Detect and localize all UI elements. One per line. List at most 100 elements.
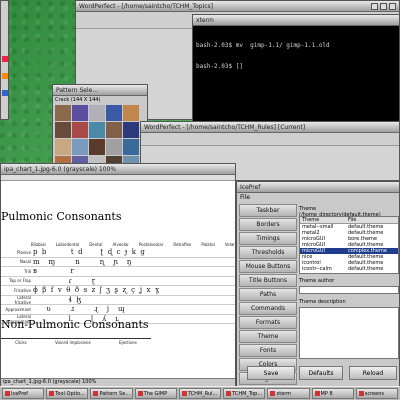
sidebar-item-formats[interactable]: Formats — [239, 316, 297, 329]
sidebar-item-fonts[interactable]: Fonts — [239, 344, 297, 357]
pattern-swatch[interactable] — [106, 105, 122, 121]
taskbar-label: MP 8 — [320, 390, 333, 397]
pattern-swatch[interactable] — [123, 122, 139, 138]
pattern-select-window[interactable]: Pattern Sele... Crack (144 X 144) — [52, 84, 148, 170]
window-title: WordPerfect - [/home/saintcho/TCHM_Rules… — [144, 123, 306, 131]
icepref-window[interactable]: IcePref File Taskbar Borders Timings Thresh… — [236, 181, 400, 387]
theme-list-row[interactable]: icontr--calm default.theme — [300, 266, 398, 272]
theme-list-header: Theme File — [300, 217, 398, 224]
image-status-bar: ipa_chart_1.jpg-6.0 (grayscale) 100% — [1, 378, 235, 386]
pattern-swatch[interactable] — [72, 139, 88, 155]
taskbar-button[interactable]: Pattern Se... — [90, 388, 133, 399]
non-pulmonic-column: Clicks — [15, 340, 27, 345]
window-titlebar[interactable]: IcePref — [237, 182, 399, 193]
non-pulmonic-heading: Non-Pulmonic Consonants — [1, 318, 149, 331]
sidebar-item-thresholds[interactable]: Thresholds — [239, 246, 297, 259]
ipa-row: Trill ʙ r — [1, 267, 235, 277]
sidebar-item-mouse-buttons[interactable]: Mouse Buttons — [239, 260, 297, 273]
sidebar-item-paths[interactable]: Paths — [239, 288, 297, 301]
terminal-line: bash-2.03$ mv gimp-1.1/ gimp-1.1.old — [196, 42, 330, 49]
sidebar-item-theme[interactable]: Theme — [239, 330, 297, 343]
ipa-column-header: Dental — [89, 242, 103, 247]
taskbar: IcePref Tool Optio... Pattern Se... The GIM… — [0, 386, 400, 400]
taskbar-button[interactable]: xterm — [267, 388, 310, 399]
window-titlebar[interactable]: WordPerfect - [/home/saintcho/TCHM_Topic… — [76, 1, 399, 12]
sidebar-item-commands[interactable]: Commands — [239, 302, 297, 315]
taskbar-label: Tool Optio... — [55, 390, 85, 397]
ipa-row: Lateral fricative ɬ ɮ — [1, 295, 235, 305]
non-pulmonic-column: Voiced implosives — [55, 340, 91, 345]
image-canvas[interactable]: Pulmonic Consonants Bilabial Labiodental D… — [1, 180, 235, 380]
ipa-symbols: ɾ ɽ — [33, 276, 96, 285]
sidebar-item-taskbar[interactable]: Taskbar — [239, 204, 297, 217]
author-input[interactable] — [299, 286, 399, 294]
taskbar-button[interactable]: Tool Optio... — [46, 388, 89, 399]
taskbar-button[interactable]: TCHM_Top... — [223, 388, 266, 399]
ipa-symbols: m ɱ n ɳ ɲ ŋ — [33, 257, 132, 266]
pattern-grid[interactable] — [55, 105, 140, 169]
terminal-line: bash-2.03$ [] — [196, 63, 243, 70]
terminal-output[interactable]: bash-2.03$ mv gimp-1.1/ gimp-1.1.old bas… — [193, 26, 399, 125]
taskbar-button[interactable]: IcePref — [2, 388, 45, 399]
ipa-row-label: Nasal — [19, 259, 31, 265]
taskbar-label: TCHM_Rul... — [187, 390, 218, 397]
tool-icon[interactable] — [2, 73, 8, 79]
defaults-button[interactable]: Defaults — [299, 366, 343, 380]
app-icon — [358, 391, 364, 396]
ipa-row-label: Approximant — [5, 306, 31, 312]
pattern-swatch[interactable] — [106, 122, 122, 138]
pattern-swatch[interactable] — [55, 122, 71, 138]
taskbar-button[interactable]: MP 8 — [311, 388, 354, 399]
ipa-row-label: Plosive — [17, 249, 31, 255]
ipa-row-label: Tap or Flap — [9, 278, 31, 284]
tool-icon[interactable] — [2, 56, 8, 62]
pattern-swatch[interactable] — [89, 139, 105, 155]
ipa-row: Nasal m ɱ n ɳ ɲ ŋ — [1, 257, 235, 267]
sidebar-item-timings[interactable]: Timings — [239, 232, 297, 245]
pattern-swatch[interactable] — [106, 139, 122, 155]
ipa-row-label: Trill — [24, 268, 31, 274]
menu-file[interactable]: File — [237, 193, 399, 202]
description-label: Theme description — [299, 299, 346, 305]
sidebar-item-title-buttons[interactable]: Title Buttons — [239, 274, 297, 287]
taskbar-label: The GIMP — [143, 390, 168, 397]
pattern-swatch[interactable] — [72, 105, 88, 121]
window-titlebar[interactable]: WordPerfect - [/home/saintcho/TCHM_Rules… — [141, 122, 399, 133]
taskbar-button[interactable]: TCHM_Rul... — [178, 388, 222, 399]
pattern-swatch[interactable] — [72, 122, 88, 138]
window-titlebar[interactable]: ipa_chart_1.jpg-6.0 (grayscale) 100% — [1, 164, 235, 175]
minimize-button[interactable] — [371, 2, 378, 10]
window-titlebar[interactable]: xterm — [193, 15, 399, 26]
save-button[interactable]: Save — [247, 366, 295, 380]
app-icon — [5, 391, 10, 396]
ipa-row: Approximant ʋ ɹ ɻ j ɰ — [1, 305, 235, 315]
taskbar-button[interactable]: The GIMP — [134, 388, 177, 399]
taskbar-label: xterm — [276, 390, 292, 397]
description-input[interactable] — [299, 307, 399, 359]
ipa-column-header: Bilabial — [31, 242, 46, 247]
status-text: ipa_chart_1.jpg-6.0 (grayscale) 100% — [3, 379, 97, 385]
pattern-swatch[interactable] — [89, 105, 105, 121]
xterm-window[interactable]: xterm bash-2.03$ mv gimp-1.1/ gimp-1.1.o… — [192, 14, 400, 126]
pattern-swatch[interactable] — [123, 139, 139, 155]
window-titlebar[interactable]: Pattern Sele... — [53, 85, 147, 96]
window-title: xterm — [196, 16, 214, 24]
left-partial-window[interactable] — [0, 0, 9, 120]
close-button[interactable] — [389, 2, 396, 10]
window-title: IcePref — [240, 183, 261, 191]
app-icon — [226, 391, 232, 396]
pattern-swatch[interactable] — [123, 105, 139, 121]
theme-name: icontr--calm — [302, 266, 332, 272]
tool-icon[interactable] — [2, 90, 8, 96]
pattern-swatch[interactable] — [55, 139, 71, 155]
reload-button[interactable]: Reload — [349, 366, 397, 380]
pattern-swatch[interactable] — [89, 122, 105, 138]
taskbar-button[interactable]: screens — [355, 388, 398, 399]
maximize-button[interactable] — [380, 2, 387, 10]
ipa-column-header: Palatal — [201, 242, 215, 247]
app-icon — [181, 391, 187, 396]
pattern-swatch[interactable] — [55, 105, 71, 121]
sidebar-item-borders[interactable]: Borders — [239, 218, 297, 231]
theme-list[interactable]: Theme File metal--small default.theme meta… — [299, 216, 399, 274]
gimp-image-window[interactable]: ipa_chart_1.jpg-6.0 (grayscale) 100% Pul… — [0, 163, 236, 387]
